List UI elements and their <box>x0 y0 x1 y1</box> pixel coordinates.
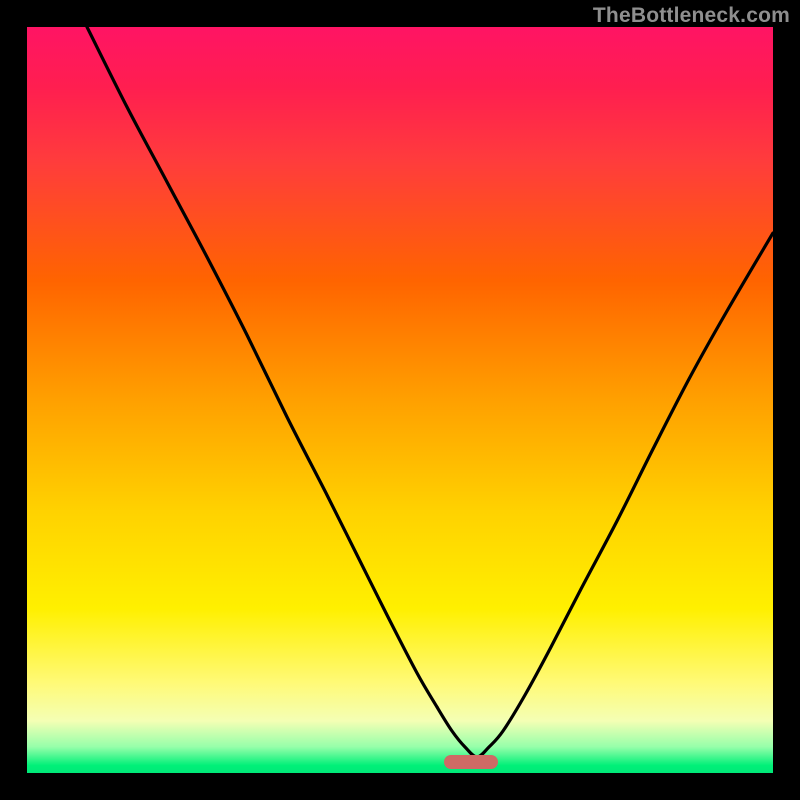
bottleneck-curve <box>87 27 773 757</box>
plot-area <box>27 27 773 773</box>
curve-layer <box>27 27 773 773</box>
minimum-marker <box>444 755 498 769</box>
chart-frame: TheBottleneck.com <box>0 0 800 800</box>
watermark-text: TheBottleneck.com <box>593 4 790 28</box>
